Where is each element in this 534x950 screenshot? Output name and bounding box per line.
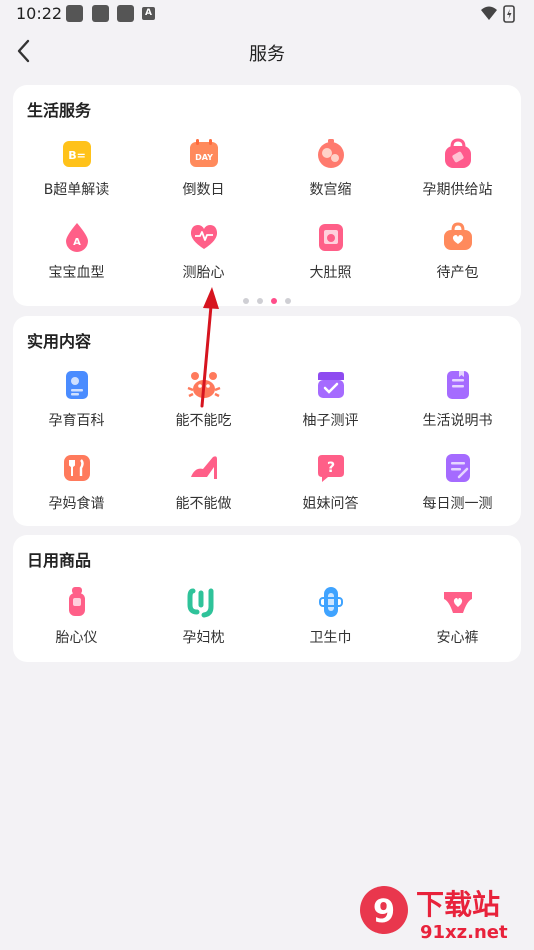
item-label: 大肚照 — [309, 265, 352, 281]
item-label: 测胎心 — [182, 265, 225, 281]
item-label: 卫生巾 — [309, 630, 352, 646]
fetal-heartbeat-icon — [190, 225, 217, 249]
goods-item-maternity-pants[interactable]: 安心裤 — [394, 585, 521, 655]
status-icons — [480, 5, 520, 27]
content-item-can-eat[interactable]: 能不能吃 — [140, 368, 267, 438]
ultrasound-report-icon: B= — [62, 141, 91, 167]
high-heel-icon — [190, 456, 217, 479]
belly-photo-icon — [318, 224, 343, 251]
status-time: 10:22 — [16, 4, 63, 23]
daily-goods-card: 日用商品 胎心仪 孕妇枕 卫生巾 安心裤 — [13, 535, 521, 662]
contraction-timer-icon — [317, 139, 344, 168]
service-item-hospital-bag[interactable]: 待产包 — [394, 220, 521, 290]
svg-text:DAY: DAY — [195, 153, 213, 162]
service-item-supply-station[interactable]: 孕期供给站 — [394, 137, 521, 207]
item-label: 每日测一测 — [422, 496, 493, 512]
item-label: 柚子测评 — [302, 413, 359, 429]
item-label: 宝宝血型 — [48, 265, 105, 281]
watermark-brand: 下载站 — [416, 888, 500, 921]
content-item-pomelo-review[interactable]: 柚子测评 — [267, 368, 394, 438]
item-label: 孕期供给站 — [422, 182, 493, 198]
item-label: 姐妹问答 — [302, 496, 359, 512]
notification-icon — [117, 5, 134, 22]
content-item-daily-quiz[interactable]: 每日测一测 — [394, 451, 521, 521]
section-title: 实用内容 — [27, 332, 92, 351]
item-label: B超单解读 — [43, 182, 110, 198]
manual-book-icon — [446, 371, 469, 399]
countdown-calendar-icon: DAY — [189, 139, 218, 167]
review-box-icon — [317, 372, 344, 398]
item-label: 能不能吃 — [175, 413, 232, 429]
fetal-doppler-icon — [68, 587, 85, 616]
section-title: 生活服务 — [27, 101, 92, 120]
service-item-blood-type[interactable]: A 宝宝血型 — [13, 220, 140, 290]
page-dot[interactable] — [285, 298, 291, 304]
svg-text:9: 9 — [373, 892, 395, 930]
wifi-icon — [481, 6, 497, 20]
watermark-domain: 91xz.net — [420, 922, 508, 943]
section-title: 日用商品 — [27, 551, 92, 570]
qa-bubble-icon: ? — [317, 455, 344, 482]
page-dot[interactable] — [257, 298, 263, 304]
watermark-logo-icon: 9 下载站 91xz.net — [360, 886, 508, 943]
notification-icon — [92, 5, 109, 22]
content-item-encyclopedia[interactable]: 孕育百科 — [13, 368, 140, 438]
content-item-can-do[interactable]: 能不能做 — [140, 451, 267, 521]
item-label: 孕育百科 — [48, 413, 105, 429]
pregnancy-pillow-icon — [187, 588, 213, 618]
service-item-b-ultrasound[interactable]: B= B超单解读 — [13, 137, 140, 207]
svg-text:B=: B= — [68, 149, 86, 162]
recipe-utensils-icon — [63, 455, 90, 481]
item-label: 生活说明书 — [422, 413, 493, 429]
life-services-card: 生活服务 B= B超单解读 DAY 倒数日 数宫缩 孕期供给站 A 宝宝血型 测… — [13, 85, 521, 306]
pregnancy-supply-bag-icon — [444, 138, 471, 168]
goods-item-fetal-doppler[interactable]: 胎心仪 — [13, 585, 140, 655]
svg-text:?: ? — [326, 460, 334, 476]
service-item-contraction[interactable]: 数宫缩 — [267, 137, 394, 207]
item-label: 孕妈食谱 — [48, 496, 105, 512]
item-label: 数宫缩 — [309, 182, 352, 198]
item-label: 倒数日 — [182, 182, 225, 198]
encyclopedia-icon — [65, 371, 88, 399]
service-item-countdown[interactable]: DAY 倒数日 — [140, 137, 267, 207]
page-title: 服务 — [249, 44, 285, 65]
goods-item-pregnancy-pillow[interactable]: 孕妇枕 — [140, 585, 267, 655]
crab-food-icon — [187, 372, 220, 398]
item-label: 孕妇枕 — [182, 630, 225, 646]
item-label: 待产包 — [436, 265, 479, 281]
page-indicator[interactable] — [13, 289, 521, 304]
watermark: 9 下载站 91xz.net — [358, 880, 528, 944]
page-dot[interactable] — [243, 298, 249, 304]
useful-content-card: 实用内容 孕育百科 能不能吃 柚子测评 生活说明书 孕妈食谱 能不能做 ? 姐妹… — [13, 316, 521, 526]
item-label: 胎心仪 — [55, 630, 98, 646]
content-item-recipes[interactable]: 孕妈食谱 — [13, 451, 140, 521]
blood-type-drop-icon: A — [65, 223, 88, 252]
item-label: 能不能做 — [175, 496, 232, 512]
sanitary-pad-icon — [318, 587, 343, 617]
hospital-bag-icon — [443, 222, 472, 250]
status-bar: 10:22 A — [0, 0, 534, 28]
content-item-life-manual[interactable]: 生活说明书 — [394, 368, 521, 438]
daily-quiz-icon — [445, 454, 470, 482]
goods-item-sanitary-pad[interactable]: 卫生巾 — [267, 585, 394, 655]
service-item-belly-photo[interactable]: 大肚照 — [267, 220, 394, 290]
notification-a-icon: A — [142, 7, 155, 20]
page-dot-active[interactable] — [271, 298, 277, 304]
content-item-sister-qa[interactable]: ? 姐妹问答 — [267, 451, 394, 521]
service-item-fetal-heart[interactable]: 测胎心 — [140, 220, 267, 290]
svg-text:A: A — [73, 237, 81, 248]
notification-icon — [66, 5, 83, 22]
top-navigation: 服务 — [0, 28, 534, 74]
maternity-pants-icon — [443, 592, 472, 613]
item-label: 安心裤 — [436, 630, 479, 646]
